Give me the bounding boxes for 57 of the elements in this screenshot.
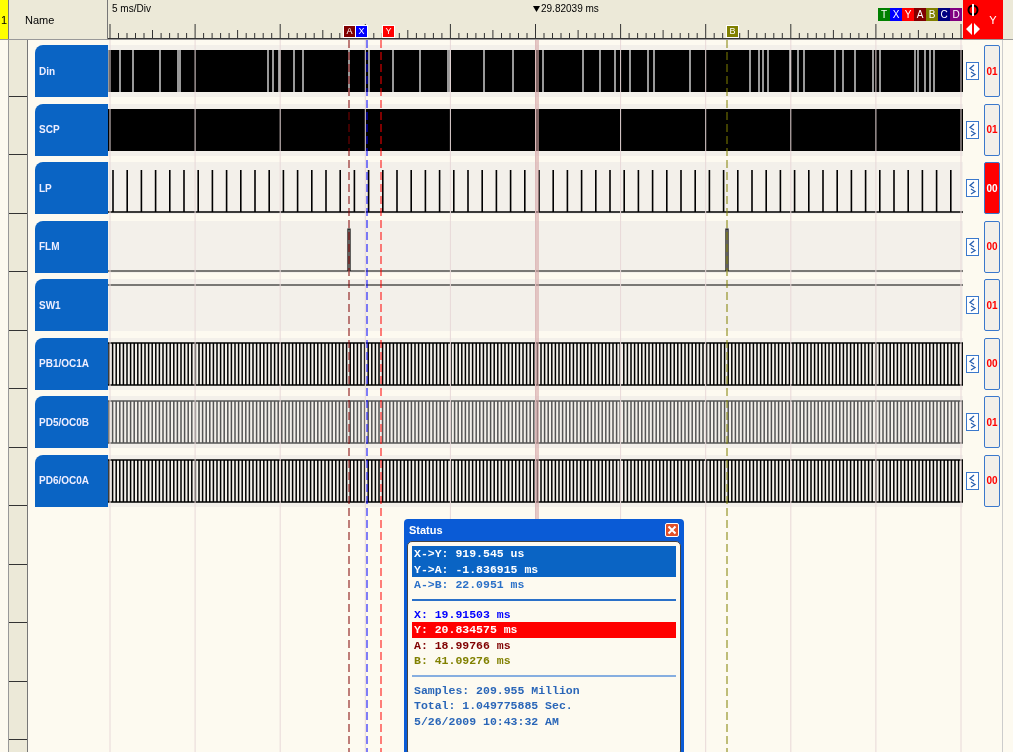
cursor-button[interactable]: B <box>926 8 938 21</box>
signal-label[interactable]: PD6/OC0A <box>35 454 108 507</box>
cursor-button[interactable]: Y <box>902 8 914 21</box>
signal-label[interactable]: PD5/OC0B <box>35 396 108 449</box>
cursor-reading[interactable]: Y: 20.834575 ms <box>412 622 676 638</box>
signal-label[interactable]: LP <box>35 162 108 215</box>
chevron-pair-icon[interactable] <box>966 413 979 432</box>
signal-label[interactable]: PB1/OC1A <box>35 337 108 390</box>
cursor-icon[interactable] <box>967 3 979 16</box>
info-line: 5/26/2009 10:43:32 AM <box>413 713 560 729</box>
cursor-button[interactable]: A <box>914 8 926 21</box>
scale-label: 5 ms/Div <box>112 3 151 14</box>
cursor-button[interactable]: D <box>950 8 962 21</box>
value-readout[interactable]: 01 <box>984 279 1000 332</box>
cursor-reading[interactable]: A: 18.99766 ms <box>412 637 676 653</box>
delta-reading[interactable]: X->Y: 919.545 us <box>412 546 676 562</box>
cursor-line[interactable] <box>366 40 368 752</box>
active-cursor-label: Y <box>983 0 1003 39</box>
value-readout[interactable]: 00 <box>984 220 1000 273</box>
value-readout[interactable]: 01 <box>984 45 1000 98</box>
chevron-pair-icon[interactable] <box>966 354 979 373</box>
column-header: Name <box>9 0 108 39</box>
info-line: Samples: 209.955 Million <box>413 682 581 698</box>
signal-label[interactable]: SW1 <box>35 279 108 332</box>
trigger-time: 29.82039 ms <box>541 3 599 14</box>
signal-label[interactable]: FLM <box>35 220 108 273</box>
signal-label[interactable]: SCP <box>35 103 108 156</box>
value-readout[interactable]: 01 <box>984 103 1000 156</box>
value-readout[interactable]: 01 <box>984 396 1000 449</box>
cursor-line[interactable] <box>348 40 350 752</box>
cursor-flag[interactable]: B <box>726 25 739 38</box>
cursor-button[interactable]: C <box>938 8 950 21</box>
chevron-pair-icon[interactable] <box>966 237 979 256</box>
cursor-reading[interactable]: B: 41.09276 ms <box>412 653 676 669</box>
cursor-flag[interactable]: X <box>355 25 368 38</box>
info-line: Total: 1.049775885 Sec. <box>413 698 574 714</box>
close-button[interactable] <box>665 523 679 537</box>
delta-reading[interactable]: A->B: 22.0951 ms <box>412 577 676 593</box>
left-right-arrows-icon[interactable] <box>966 23 980 36</box>
signal-label[interactable]: Din <box>35 45 108 98</box>
chevron-pair-icon[interactable] <box>966 296 979 315</box>
trigger-marker-icon <box>533 5 540 12</box>
cursor-button[interactable]: X <box>890 8 902 21</box>
cursor-reading[interactable]: X: 19.91503 ms <box>412 606 676 622</box>
chevron-pair-icon[interactable] <box>966 62 979 81</box>
cursor-line[interactable] <box>726 40 728 752</box>
window-title: Status <box>409 524 443 536</box>
value-readout[interactable]: 00 <box>984 162 1000 215</box>
cursor-flag[interactable]: Y <box>382 25 395 38</box>
value-readout[interactable]: 00 <box>984 454 1000 507</box>
cursor-line[interactable] <box>380 40 382 752</box>
chevron-pair-icon[interactable] <box>966 120 979 139</box>
cursor-button[interactable]: T <box>878 8 890 21</box>
chevron-pair-icon[interactable] <box>966 471 979 490</box>
chevron-pair-icon[interactable] <box>966 179 979 198</box>
value-readout[interactable]: 00 <box>984 337 1000 390</box>
row-number: 1 <box>0 0 9 39</box>
